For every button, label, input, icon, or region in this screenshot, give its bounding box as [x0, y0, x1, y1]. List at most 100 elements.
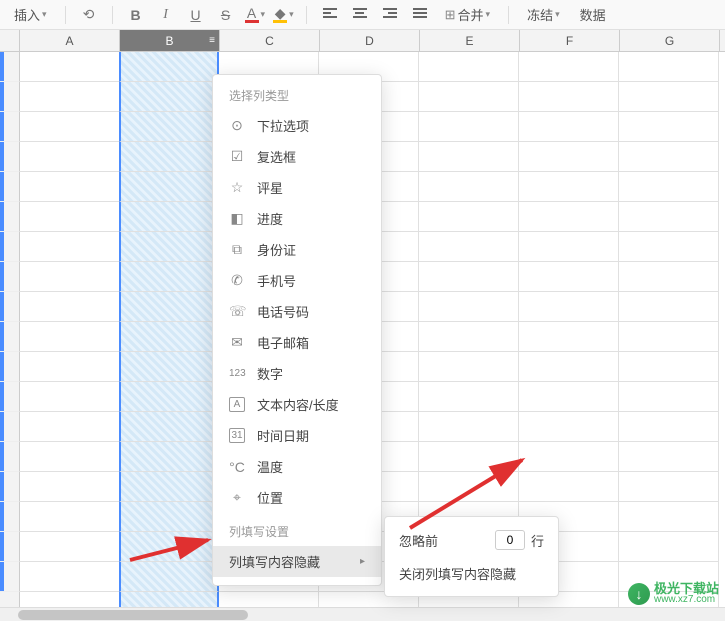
- cell[interactable]: [419, 172, 519, 202]
- row-header[interactable]: [0, 112, 20, 142]
- menu-item-id[interactable]: ⧉身份证: [213, 234, 381, 265]
- ignore-rows-input[interactable]: [495, 530, 525, 550]
- cell[interactable]: [119, 592, 219, 607]
- row-header[interactable]: [0, 502, 20, 532]
- cell[interactable]: [419, 322, 519, 352]
- row-header[interactable]: [0, 232, 20, 262]
- col-header-c[interactable]: C: [220, 30, 320, 51]
- cell[interactable]: [119, 562, 219, 592]
- cell[interactable]: [20, 562, 120, 592]
- cell[interactable]: [619, 262, 719, 292]
- insert-button[interactable]: 插入 ▾: [8, 3, 53, 26]
- menu-item-phone[interactable]: ✆手机号: [213, 265, 381, 296]
- cell[interactable]: [119, 82, 219, 112]
- row-header[interactable]: [0, 352, 20, 382]
- cell[interactable]: [619, 172, 719, 202]
- cell[interactable]: [419, 472, 519, 502]
- align-right-icon[interactable]: [379, 7, 401, 23]
- align-center-icon[interactable]: [349, 7, 371, 23]
- cell[interactable]: [519, 172, 619, 202]
- cell[interactable]: [119, 52, 219, 82]
- cell[interactable]: [419, 202, 519, 232]
- menu-item-hide-content[interactable]: 列填写内容隐藏 ▸: [213, 546, 381, 577]
- cell[interactable]: [119, 142, 219, 172]
- cell[interactable]: [20, 172, 120, 202]
- cell[interactable]: [419, 352, 519, 382]
- row-header[interactable]: [0, 412, 20, 442]
- row-header[interactable]: [0, 532, 20, 562]
- cell[interactable]: [119, 112, 219, 142]
- cell[interactable]: [119, 232, 219, 262]
- cell[interactable]: [419, 52, 519, 82]
- cell[interactable]: [20, 292, 120, 322]
- cell[interactable]: [20, 442, 120, 472]
- cell[interactable]: [20, 142, 120, 172]
- cell[interactable]: [619, 82, 719, 112]
- cell[interactable]: [619, 472, 719, 502]
- menu-item-number[interactable]: 123数字: [213, 358, 381, 389]
- clear-format-icon[interactable]: ⟲: [78, 6, 100, 23]
- cell[interactable]: [20, 472, 120, 502]
- fill-color-button[interactable]: ◆ ▾: [273, 7, 294, 23]
- bold-icon[interactable]: B: [125, 7, 147, 23]
- row-header[interactable]: [0, 142, 20, 172]
- horizontal-scrollbar[interactable]: [0, 607, 725, 621]
- cell[interactable]: [20, 382, 120, 412]
- col-header-d[interactable]: D: [320, 30, 420, 51]
- underline-icon[interactable]: U: [185, 7, 207, 23]
- cell[interactable]: [519, 112, 619, 142]
- cell[interactable]: [20, 322, 120, 352]
- cell[interactable]: [519, 232, 619, 262]
- cell[interactable]: [119, 292, 219, 322]
- cell[interactable]: [519, 82, 619, 112]
- cell[interactable]: [20, 352, 120, 382]
- merge-button[interactable]: ⊞ 合并 ▾: [439, 3, 496, 26]
- cell[interactable]: [419, 82, 519, 112]
- col-header-g[interactable]: G: [620, 30, 720, 51]
- cell[interactable]: [20, 502, 120, 532]
- freeze-button[interactable]: 冻结 ▾: [521, 3, 566, 26]
- strikethrough-icon[interactable]: S: [215, 7, 237, 23]
- cell[interactable]: [519, 412, 619, 442]
- cell[interactable]: [20, 532, 120, 562]
- row-header[interactable]: [0, 52, 20, 82]
- cell[interactable]: [419, 262, 519, 292]
- cell[interactable]: [419, 292, 519, 322]
- cell[interactable]: [519, 322, 619, 352]
- cell[interactable]: [619, 202, 719, 232]
- cell[interactable]: [119, 322, 219, 352]
- cell[interactable]: [619, 352, 719, 382]
- cell[interactable]: [519, 292, 619, 322]
- cell[interactable]: [519, 352, 619, 382]
- cell[interactable]: [619, 142, 719, 172]
- menu-item-location[interactable]: ⌖位置: [213, 482, 381, 513]
- vertical-align-icon[interactable]: [409, 7, 431, 23]
- menu-item-tel[interactable]: ☏电话号码: [213, 296, 381, 327]
- cell[interactable]: [20, 232, 120, 262]
- cell[interactable]: [419, 142, 519, 172]
- cell[interactable]: [619, 52, 719, 82]
- row-header[interactable]: [0, 562, 20, 592]
- submenu-close-hide[interactable]: 关闭列填写内容隐藏: [385, 557, 558, 590]
- cell[interactable]: [619, 322, 719, 352]
- cell[interactable]: [119, 442, 219, 472]
- align-left-icon[interactable]: [319, 7, 341, 23]
- cell[interactable]: [219, 592, 319, 607]
- cell[interactable]: [119, 502, 219, 532]
- row-header[interactable]: [0, 382, 20, 412]
- col-header-b[interactable]: B ≡: [120, 30, 220, 51]
- cell[interactable]: [619, 532, 719, 562]
- cell[interactable]: [20, 112, 120, 142]
- cell[interactable]: [619, 502, 719, 532]
- cell[interactable]: [619, 112, 719, 142]
- cell[interactable]: [419, 112, 519, 142]
- cell[interactable]: [419, 382, 519, 412]
- submenu-ignore-rows[interactable]: 忽略前 行: [385, 523, 558, 557]
- cell[interactable]: [419, 412, 519, 442]
- col-header-e[interactable]: E: [420, 30, 520, 51]
- cell[interactable]: [20, 262, 120, 292]
- cell[interactable]: [519, 262, 619, 292]
- menu-item-text[interactable]: A文本内容/长度: [213, 389, 381, 420]
- cell[interactable]: [519, 442, 619, 472]
- cell[interactable]: [619, 382, 719, 412]
